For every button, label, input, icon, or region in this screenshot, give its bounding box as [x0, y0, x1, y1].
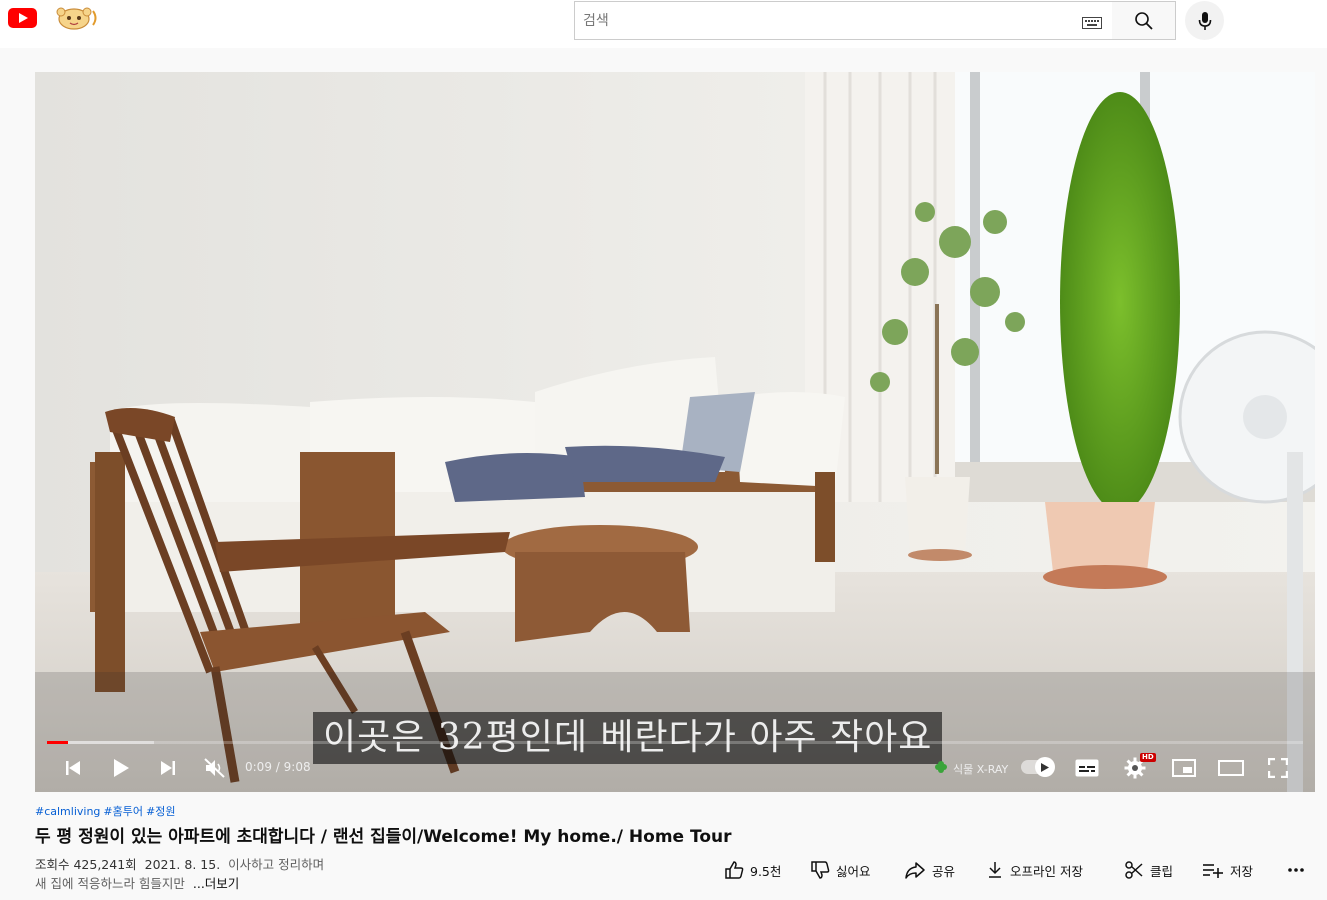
- thumbs-up-icon: [725, 861, 744, 879]
- clip-button[interactable]: 클립: [1124, 859, 1173, 881]
- previous-button[interactable]: [61, 756, 85, 780]
- save-button[interactable]: 저장: [1202, 859, 1253, 881]
- microphone-icon: [1198, 11, 1211, 30]
- subtitles-button[interactable]: [1073, 756, 1101, 780]
- hashtag-link[interactable]: #홈투어: [103, 805, 143, 818]
- download-button[interactable]: 오프라인 저장: [986, 859, 1083, 881]
- theater-mode-icon: [1218, 760, 1244, 776]
- show-more-link[interactable]: ...더보기: [193, 876, 239, 891]
- volume-muted-icon: [204, 758, 225, 778]
- download-label: 오프라인 저장: [1010, 863, 1083, 879]
- keyboard-icon[interactable]: [1082, 14, 1102, 33]
- share-label: 공유: [932, 863, 956, 879]
- youtube-logo-icon[interactable]: [8, 8, 37, 28]
- scissors-icon: [1125, 861, 1143, 879]
- voice-search-button[interactable]: [1185, 1, 1224, 40]
- mute-button[interactable]: [203, 756, 227, 780]
- like-count: 9.5천: [750, 863, 782, 879]
- player-controls: 0:09 / 9:08 식물 X-RAY HD: [35, 744, 1315, 792]
- view-count: 조회수 425,241회: [35, 857, 137, 872]
- clip-label: 클립: [1150, 863, 1174, 879]
- search-input[interactable]: [575, 2, 1075, 39]
- description-line-1: 조회수 425,241회 2021. 8. 15. 이사하고 정리하며: [35, 855, 324, 874]
- time-display: 0:09 / 9:08: [245, 760, 311, 774]
- playlist-add-icon: [1203, 864, 1223, 878]
- next-button[interactable]: [156, 756, 180, 780]
- clover-icon: [935, 761, 947, 773]
- like-button[interactable]: 9.5천: [724, 859, 781, 881]
- video-frame: [35, 72, 1315, 792]
- download-icon: [989, 862, 1001, 878]
- dislike-button[interactable]: 싫어요: [810, 859, 871, 881]
- hashtag-link[interactable]: #calmliving: [35, 805, 100, 818]
- plant-xray-label: 식물 X-RAY: [953, 763, 1009, 776]
- description-line-2: 새 집에 적응하느라 힘들지만 ...더보기: [35, 874, 324, 893]
- theater-mode-button[interactable]: [1217, 756, 1245, 780]
- miniplayer-button[interactable]: [1171, 756, 1197, 780]
- hd-badge: HD: [1140, 753, 1156, 762]
- search-box: [574, 1, 1113, 40]
- xray-toggle[interactable]: [1021, 757, 1055, 777]
- video-title: 두 평 정원이 있는 아파트에 초대합니다 / 랜선 집들이/Welcome! …: [35, 827, 732, 847]
- search-icon: [1134, 11, 1153, 30]
- total-time: 9:08: [283, 760, 311, 774]
- current-time: 0:09: [245, 760, 272, 774]
- video-player[interactable]: 이곳은 32평인데 베란다가 아주 작아요 0:09 / 9:08 식물 X-R…: [35, 72, 1315, 792]
- more-actions-button[interactable]: [1286, 859, 1312, 881]
- skip-next-icon: [161, 761, 175, 775]
- save-label: 저장: [1230, 863, 1254, 879]
- description-snippet-2: 새 집에 적응하느라 힘들지만: [35, 876, 185, 891]
- fullscreen-icon: [1268, 758, 1288, 778]
- more-horizontal-icon: [1288, 868, 1304, 872]
- miniplayer-icon: [1172, 759, 1196, 777]
- description-snippet-1: 이사하고 정리하며: [228, 857, 325, 872]
- top-bar: [0, 0, 1327, 48]
- thumbs-down-icon: [811, 861, 830, 879]
- play-small-icon: [1041, 762, 1049, 772]
- play-icon: [114, 759, 129, 777]
- upload-date: 2021. 8. 15.: [144, 857, 221, 872]
- share-button[interactable]: 공유: [904, 859, 955, 881]
- search-button[interactable]: [1112, 1, 1176, 40]
- time-separator: /: [275, 760, 280, 774]
- captions-icon: [1075, 759, 1099, 777]
- dislike-label: 싫어요: [836, 863, 871, 879]
- hashtag-link[interactable]: #정원: [146, 805, 175, 818]
- skip-previous-icon: [66, 761, 80, 775]
- play-button[interactable]: [109, 756, 133, 780]
- share-icon: [905, 862, 925, 879]
- xray-toggle-knob: [1035, 757, 1055, 777]
- fullscreen-button[interactable]: [1266, 756, 1290, 780]
- doodle-logo-icon[interactable]: [52, 5, 100, 31]
- hashtag-list: #calmliving #홈투어 #정원: [35, 803, 178, 819]
- video-description[interactable]: 조회수 425,241회 2021. 8. 15. 이사하고 정리하며 새 집에…: [35, 855, 324, 893]
